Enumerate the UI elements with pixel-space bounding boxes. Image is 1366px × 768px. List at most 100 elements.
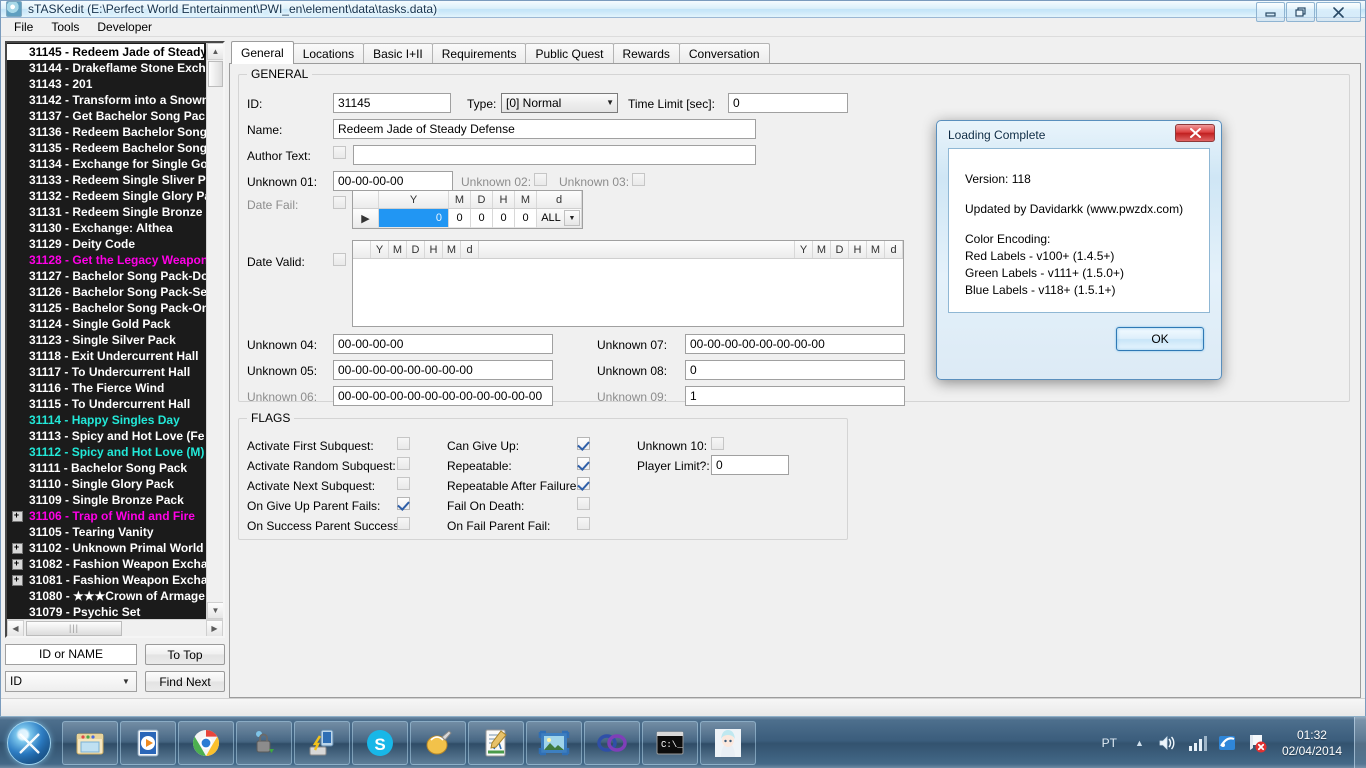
tree-item[interactable]: 31082 - Fashion Weapon Excha <box>7 556 206 572</box>
id-field[interactable]: 31145 <box>333 93 451 113</box>
tree-item[interactable]: 31131 - Redeem Single Bronze <box>7 204 206 220</box>
tree-item[interactable]: 31137 - Get Bachelor Song Pac <box>7 108 206 124</box>
time-limit-field[interactable]: 0 <box>728 93 848 113</box>
close-button[interactable] <box>1316 2 1361 22</box>
name-field[interactable]: Redeem Jade of Steady Defense <box>333 119 756 139</box>
start-button[interactable] <box>2 719 56 767</box>
tree-vertical-scrollbar[interactable]: ▲ ▼ <box>206 43 223 619</box>
search-mode-select[interactable]: ID ▼ <box>5 671 137 692</box>
horizontal-scroll-thumb[interactable]: ||| <box>26 620 122 636</box>
tab-public-quest[interactable]: Public Quest <box>525 43 614 64</box>
flag-checkbox[interactable] <box>577 437 590 450</box>
dialog-ok-button[interactable]: OK <box>1116 327 1204 351</box>
flag-checkbox[interactable] <box>577 457 590 470</box>
tree-item[interactable]: 31132 - Redeem Single Glory Pa <box>7 188 206 204</box>
vertical-scroll-thumb[interactable] <box>207 61 223 87</box>
tree-item[interactable]: 31126 - Bachelor Song Pack-Se <box>7 284 206 300</box>
date-fail-cell[interactable]: 0 <box>379 209 449 228</box>
tree-item[interactable]: 31129 - Deity Code <box>7 236 206 252</box>
date-fail-cell[interactable]: 0 <box>449 209 471 228</box>
date-fail-unit-select[interactable]: ALL ▼ <box>537 209 582 228</box>
tree-item[interactable]: 31128 - Get the Legacy Weapon <box>7 252 206 268</box>
unknown01-field[interactable]: 00-00-00-00 <box>333 171 453 191</box>
unknown05-field[interactable]: 00-00-00-00-00-00-00-00 <box>333 360 553 380</box>
tree-item[interactable]: 31102 - Unknown Primal World <box>7 540 206 556</box>
show-hidden-icons-icon[interactable]: ▲ <box>1127 738 1152 748</box>
taskbar-command-prompt-button[interactable]: C:\_ <box>642 720 698 765</box>
flag-checkbox[interactable] <box>577 477 590 490</box>
tree-item[interactable]: 31143 - 201 <box>7 76 206 92</box>
tree-item[interactable]: 31124 - Single Gold Pack <box>7 316 206 332</box>
vertical-scroll-track[interactable] <box>207 87 223 602</box>
tree-item[interactable]: 31114 - Happy Singles Day <box>7 412 206 428</box>
menu-developer[interactable]: Developer <box>88 18 161 36</box>
date-valid-checkbox[interactable] <box>333 253 346 266</box>
tree-horizontal-scrollbar[interactable]: ◀ ||| ▶ <box>7 619 223 636</box>
author-text-checkbox[interactable] <box>333 146 346 159</box>
unknown02-checkbox[interactable] <box>534 173 547 186</box>
find-next-button[interactable]: Find Next <box>145 671 225 692</box>
date-fail-cell[interactable]: 0 <box>471 209 493 228</box>
type-select[interactable]: [0] Normal ▼ <box>501 93 618 113</box>
tree-item[interactable]: 31142 - Transform into a Snowm <box>7 92 206 108</box>
tree-item[interactable]: 31079 - Psychic Set <box>7 604 206 619</box>
unknown10-checkbox[interactable] <box>711 437 724 450</box>
taskbar-opera-loop-button[interactable] <box>584 720 640 765</box>
tray-language-indicator[interactable]: PT <box>1092 736 1127 750</box>
taskbar-media-player-button[interactable] <box>120 720 176 765</box>
date-valid-grid[interactable]: YMDHMdYMDHMd <box>352 240 904 327</box>
tree-item[interactable]: 31133 - Redeem Single Sliver P <box>7 172 206 188</box>
flag-checkbox[interactable] <box>397 497 410 510</box>
restore-button[interactable] <box>1286 2 1315 22</box>
flag-checkbox[interactable] <box>577 497 590 510</box>
tab-conversation[interactable]: Conversation <box>678 43 770 64</box>
taskbar-photo-viewer-button[interactable] <box>526 720 582 765</box>
date-fail-cell[interactable]: 0 <box>493 209 515 228</box>
tree-item[interactable]: 31130 - Exchange: Althea <box>7 220 206 236</box>
taskbar-paint-mouse-button[interactable] <box>410 720 466 765</box>
flag-checkbox[interactable] <box>577 517 590 530</box>
tab-basic-i-ii[interactable]: Basic I+II <box>363 43 433 64</box>
unknown09-field[interactable]: 1 <box>685 386 905 406</box>
unknown06-field[interactable]: 00-00-00-00-00-00-00-00-00-00-00-00 <box>333 386 553 406</box>
scroll-up-arrow-icon[interactable]: ▲ <box>207 43 223 60</box>
menu-file[interactable]: File <box>5 18 42 36</box>
player-limit-field[interactable]: 0 <box>711 455 789 475</box>
unknown07-field[interactable]: 00-00-00-00-00-00-00-00 <box>685 334 905 354</box>
tree-item[interactable]: 31080 - ★★★Crown of Armage <box>7 588 206 604</box>
tab-locations[interactable]: Locations <box>292 43 365 64</box>
taskbar-anime-avatar-button[interactable] <box>700 720 756 765</box>
tree-item[interactable]: 31113 - Spicy and Hot Love (Fe <box>7 428 206 444</box>
date-fail-grid-row[interactable]: ▶ 0 0 0 0 0 ALL ▼ <box>353 209 582 228</box>
taskbar-notepad-editor-button[interactable] <box>468 720 524 765</box>
tree-item[interactable]: 31136 - Redeem Bachelor Song <box>7 124 206 140</box>
flag-checkbox[interactable] <box>397 457 410 470</box>
scroll-right-arrow-icon[interactable]: ▶ <box>206 619 223 636</box>
flag-checkbox[interactable] <box>397 477 410 490</box>
tree-item[interactable]: 31109 - Single Bronze Pack <box>7 492 206 508</box>
tree-item[interactable]: 31110 - Single Glory Pack <box>7 476 206 492</box>
taskbar-lock-sync-button[interactable] <box>236 720 292 765</box>
tree-item[interactable]: 31115 - To Undercurrent Hall <box>7 396 206 412</box>
tree-item[interactable]: 31127 - Bachelor Song Pack-Do <box>7 268 206 284</box>
tree-item[interactable]: 31081 - Fashion Weapon Excha <box>7 572 206 588</box>
taskbar-google-chrome-button[interactable] <box>178 720 234 765</box>
unknown08-field[interactable]: 0 <box>685 360 905 380</box>
tab-rewards[interactable]: Rewards <box>612 43 680 64</box>
tree-item[interactable]: 31105 - Tearing Vanity <box>7 524 206 540</box>
date-fail-cell[interactable]: 0 <box>515 209 537 228</box>
tree-item[interactable]: 31112 - Spicy and Hot Love (M) <box>7 444 206 460</box>
tab-general[interactable]: General <box>231 41 294 64</box>
to-top-button[interactable]: To Top <box>145 644 225 665</box>
taskbar-clock[interactable]: 01:32 02/04/2014 <box>1272 727 1354 759</box>
date-fail-cell[interactable]: ▶ <box>353 209 379 228</box>
taskbar-network-transfer-button[interactable] <box>294 720 350 765</box>
tree-item[interactable]: 31117 - To Undercurrent Hall <box>7 364 206 380</box>
tree-item[interactable]: 31106 - Trap of Wind and Fire <box>7 508 206 524</box>
search-input[interactable]: ID or NAME <box>5 644 137 665</box>
task-tree-list[interactable]: 31145 - Redeem Jade of Steady 31144 - Dra… <box>7 43 206 619</box>
tree-item[interactable]: 31118 - Exit Undercurrent Hall <box>7 348 206 364</box>
tree-item[interactable]: 31116 - The Fierce Wind <box>7 380 206 396</box>
security-alert-icon[interactable] <box>1246 732 1268 754</box>
scroll-left-arrow-icon[interactable]: ◀ <box>7 619 24 636</box>
